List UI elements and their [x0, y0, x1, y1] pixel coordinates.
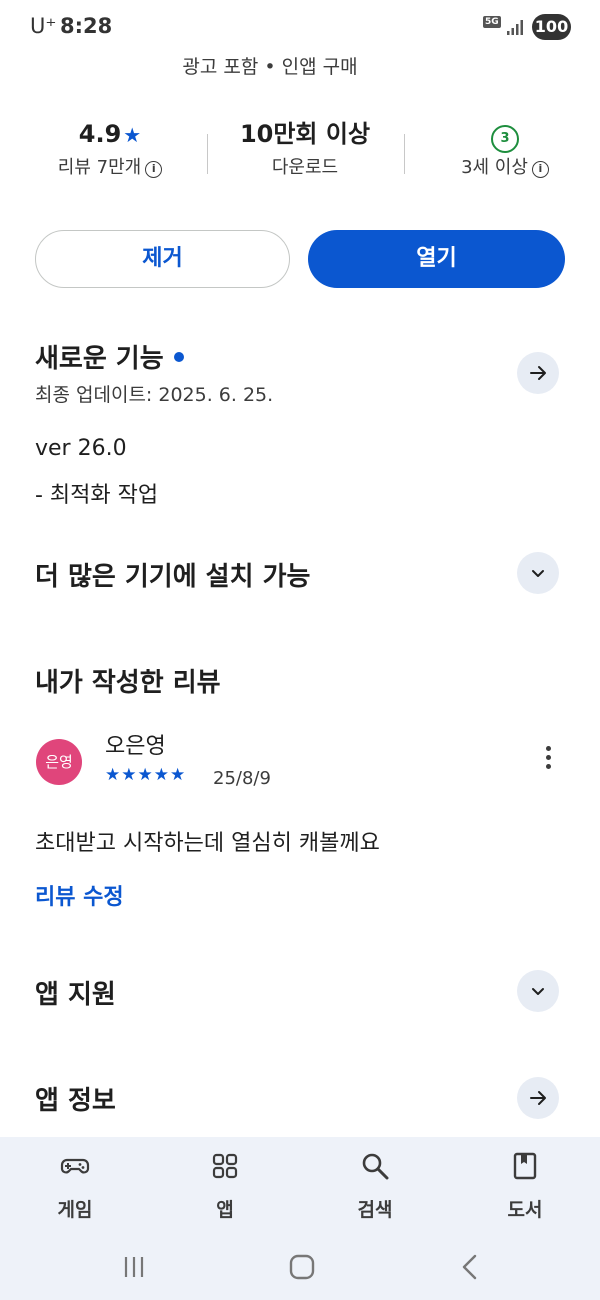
carrier-label: U⁺ [30, 14, 57, 38]
system-navigation-bar [0, 1234, 600, 1300]
release-note: - 최적화 작업 [35, 483, 159, 508]
review-count: 리뷰 7만개 [57, 157, 142, 178]
whats-new-header[interactable]: 새로운 기능 [35, 338, 184, 375]
apps-grid-icon [212, 1153, 238, 1179]
uninstall-button[interactable]: 제거 [35, 230, 290, 288]
signal-icon [507, 20, 523, 35]
star-icon: ★ [123, 123, 142, 147]
more-devices-title: 더 많은 기기에 설치 가능 [35, 562, 311, 592]
whats-new-title: 새로운 기능 [35, 344, 164, 374]
rating-stat[interactable]: 4.9 ★ 리뷰 7만개 i [30, 116, 190, 184]
arrow-right-icon [530, 1091, 546, 1105]
app-info-title: 앱 정보 [35, 1086, 116, 1116]
nav-item-books[interactable]: 도서 [450, 1137, 600, 1234]
home-icon[interactable] [282, 1252, 322, 1282]
nav-item-games[interactable]: 게임 [0, 1137, 150, 1234]
back-icon[interactable] [450, 1252, 490, 1282]
more-options-icon[interactable] [538, 746, 558, 776]
new-indicator-dot [173, 352, 184, 362]
status-time: 8:28 [60, 14, 113, 38]
bottom-navigation: 게임 앱 검색 도서 [0, 1137, 600, 1234]
search-icon [362, 1153, 389, 1180]
divider [404, 134, 405, 174]
app-stats: 4.9 ★ 리뷰 7만개 i 10만회 이상 다운로드 3 3세 이상 i [0, 116, 600, 192]
more-devices-expand-button[interactable] [517, 552, 559, 594]
recent-apps-icon[interactable] [114, 1252, 154, 1282]
avatar: 은영 [36, 739, 82, 785]
rating-value: 4.9 [78, 120, 122, 148]
edit-review-link[interactable]: 리뷰 수정 [35, 879, 124, 911]
nav-label-games: 게임 [57, 1199, 93, 1221]
age-rating-badge-icon: 3 [491, 125, 519, 153]
nav-item-apps[interactable]: 앱 [150, 1137, 300, 1234]
version-text: ver 26.0 [35, 436, 127, 461]
whats-new-arrow-button[interactable] [517, 352, 559, 394]
review-date: 25/8/9 [213, 768, 271, 789]
arrow-right-icon [530, 366, 546, 380]
my-review-title: 내가 작성한 리뷰 [35, 668, 221, 698]
app-info-arrow-button[interactable] [517, 1077, 559, 1119]
gamepad-icon [60, 1158, 90, 1174]
nav-label-books: 도서 [507, 1199, 543, 1221]
age-rating-label: 3세 이상 [461, 157, 528, 178]
info-icon[interactable]: i [531, 161, 549, 178]
battery-icon: 100 [532, 14, 571, 40]
last-updated: 최종 업데이트: 2025. 6. 25. [35, 384, 274, 406]
book-icon [513, 1152, 537, 1180]
reviewer-name: 오은영 [105, 734, 166, 759]
open-button[interactable]: 열기 [308, 230, 565, 288]
divider [207, 134, 208, 174]
nav-item-search[interactable]: 검색 [300, 1137, 450, 1234]
app-support-title: 앱 지원 [35, 980, 116, 1010]
network-5g-icon: 5G [483, 16, 501, 28]
app-meta-info: 광고 포함 • 인앱 구매 [182, 56, 358, 78]
review-text: 초대받고 시작하는데 열심히 캐볼께요 [35, 831, 380, 856]
content-rating-stat[interactable]: 3 3세 이상 i [420, 116, 590, 184]
downloads-label: 다운로드 [271, 157, 339, 178]
downloads-value: 10만회 이상 [239, 120, 371, 148]
info-icon[interactable]: i [145, 161, 163, 178]
nav-label-search: 검색 [357, 1199, 393, 1221]
chevron-down-icon [532, 570, 544, 577]
app-support-expand-button[interactable] [517, 970, 559, 1012]
chevron-down-icon [532, 988, 544, 995]
nav-label-apps: 앱 [216, 1199, 234, 1221]
review-stars: ★★★★★ [105, 765, 187, 785]
downloads-stat: 10만회 이상 다운로드 [215, 116, 395, 184]
status-bar: U⁺ 8:28 5G 100 [0, 0, 600, 56]
